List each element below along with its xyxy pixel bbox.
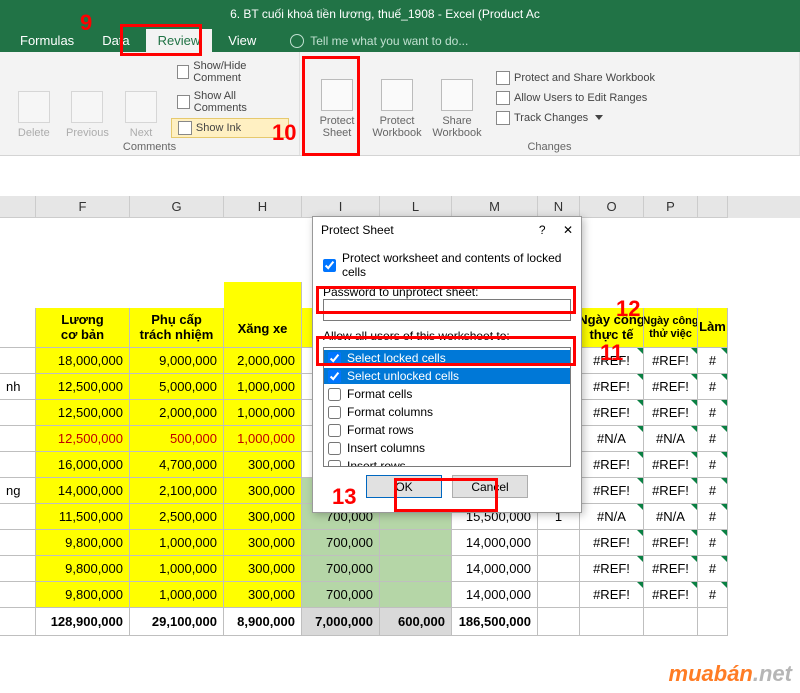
track-changes-button[interactable]: Track Changes [490,109,661,127]
password-label: Password to unprotect sheet: [323,285,571,299]
ok-button[interactable]: OK [366,475,442,498]
table-row[interactable]: 9,800,0001,000,000300,000700,00014,000,0… [0,556,800,582]
permissions-listbox[interactable]: Select locked cells Select unlocked cells… [323,347,571,467]
dialog-help-button[interactable]: ? [539,223,546,237]
permission-option[interactable]: Insert columns [324,440,570,456]
protect-sheet-button[interactable]: Protect Sheet [310,56,364,139]
permission-option[interactable]: Format cells [324,386,570,402]
tab-review[interactable]: Review [146,29,213,52]
permission-option[interactable]: Select unlocked cells [324,368,570,384]
window-title: 6. BT cuối khoá tiền lương, thuế_1908 - … [0,0,800,28]
ribbon-tabs: Formulas Data Review View Tell me what y… [0,28,800,52]
group-label-changes: Changes [310,141,789,153]
protect-sheet-icon [321,79,353,111]
previous-comment-button[interactable]: Previous [64,56,112,139]
delete-comment-button[interactable]: Delete [10,56,58,139]
allow-edit-ranges-button[interactable]: Allow Users to Edit Ranges [490,89,661,107]
tell-me[interactable]: Tell me what you want to do... [290,30,468,52]
cancel-button[interactable]: Cancel [452,475,528,498]
next-comment-button[interactable]: Next [117,56,165,139]
chevron-down-icon [595,115,603,120]
dialog-title: Protect Sheet [321,223,394,237]
share-workbook-icon [441,79,473,111]
dialog-close-button[interactable]: ✕ [563,223,573,237]
watermark: muabán.net [669,661,792,687]
show-hide-comment-button[interactable]: Show/Hide Comment [171,58,289,86]
table-row[interactable]: 9,800,0001,000,000300,000700,00014,000,0… [0,582,800,608]
share-workbook-button[interactable]: Share Workbook [430,56,484,139]
protect-sheet-dialog: Protect Sheet ? ✕ Protect worksheet and … [312,216,582,513]
protect-workbook-icon [381,79,413,111]
tab-data[interactable]: Data [90,29,141,52]
show-ink-button[interactable]: Show Ink [171,118,289,138]
group-label-comments: Comments [10,141,289,153]
permission-option[interactable]: Select locked cells [324,350,570,366]
tab-view[interactable]: View [216,29,268,52]
permission-option[interactable]: Format rows [324,422,570,438]
table-row[interactable]: 9,800,0001,000,000300,000700,00014,000,0… [0,530,800,556]
tab-formulas[interactable]: Formulas [8,29,86,52]
protect-checkbox[interactable]: Protect worksheet and contents of locked… [323,251,571,279]
column-headers: F G H I L M N O P [0,196,800,218]
ribbon: Delete Previous Next Show/Hide Comment S… [0,52,800,156]
protect-workbook-button[interactable]: Protect Workbook [370,56,424,139]
show-all-comments-button[interactable]: Show All Comments [171,88,289,116]
password-input[interactable] [323,299,571,321]
permission-option[interactable]: Insert rows [324,458,570,467]
permission-option[interactable]: Format columns [324,404,570,420]
protect-share-button[interactable]: Protect and Share Workbook [490,69,661,87]
allow-label: Allow all users of this worksheet to: [323,329,571,343]
bulb-icon [290,34,304,48]
